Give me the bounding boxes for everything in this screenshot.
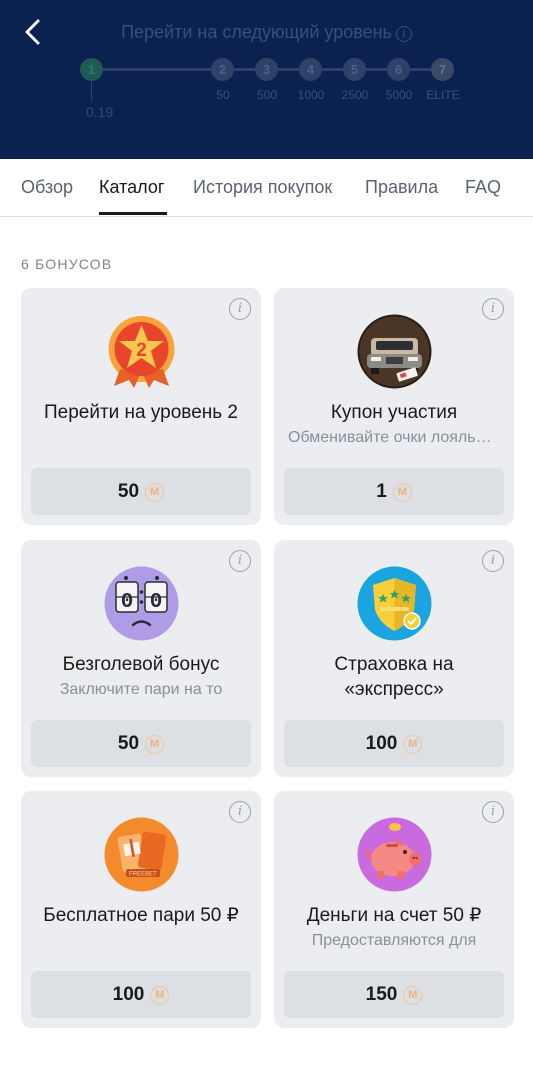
shield-icon <box>357 566 432 641</box>
coin-icon: M <box>403 986 423 1005</box>
bonus-card[interactable]: i Купон участия Обменивайте очки лояльно… <box>274 288 514 525</box>
info-icon[interactable]: i <box>229 298 251 320</box>
gift-ticket-icon: FREEBET <box>104 817 179 892</box>
svg-text:0: 0 <box>121 591 134 614</box>
bonus-card[interactable]: i 2 Перейти на уровень 2 50 M <box>21 288 261 525</box>
bonus-card[interactable]: i FREEBET Бесплатное пари 50 ₽ 100 M <box>21 791 261 1028</box>
tab-bar: Обзор Каталог История покупок Правила FA… <box>0 159 533 217</box>
scoreboard-icon: 0 0 <box>104 566 179 641</box>
level-header: Перейти на следующий уровень i 1 2 3 4 5 … <box>0 0 533 159</box>
bonus-count: 6 БОНУСОВ <box>21 256 113 272</box>
price-button[interactable]: 100 M <box>284 720 504 767</box>
active-tab-indicator <box>99 212 167 215</box>
card-subtitle: Заключите пари на то <box>59 681 223 698</box>
info-icon[interactable]: i <box>482 298 504 320</box>
tab-purchase-history[interactable]: История покупок <box>193 177 332 198</box>
price-button[interactable]: 1M <box>284 468 504 515</box>
level-2-badge-icon: 2 <box>104 314 179 389</box>
info-icon[interactable]: i <box>229 801 251 823</box>
level-step: 3 <box>255 58 278 81</box>
level-threshold: 1000 <box>297 88 325 102</box>
tab-faq[interactable]: FAQ <box>465 177 501 198</box>
price-button[interactable]: 100 M <box>31 971 251 1018</box>
svg-text:2: 2 <box>136 340 147 361</box>
next-level-title: Перейти на следующий уровень i <box>0 22 533 43</box>
info-icon[interactable]: i <box>395 26 412 42</box>
coin-icon: M <box>150 986 170 1005</box>
bonus-card[interactable]: i Деньги на счет 50 ₽ Предоставляются дл… <box>274 791 514 1028</box>
svg-text:FREEBET: FREEBET <box>129 872 157 878</box>
svg-text:0: 0 <box>150 591 163 614</box>
level-step: 2 <box>211 58 234 81</box>
level-threshold: ELITE <box>426 88 460 102</box>
level-threshold: 5000 <box>385 88 413 102</box>
tab-overview[interactable]: Обзор <box>21 177 73 198</box>
card-title: Перейти на уровень 2 <box>43 402 238 423</box>
level-step: 7 <box>431 58 454 81</box>
piggy-bank-icon <box>357 817 432 892</box>
tab-catalog[interactable]: Каталог <box>99 177 164 198</box>
level-step: 1 <box>80 58 103 81</box>
card-title: Деньги на счет 50 ₽ <box>306 905 482 926</box>
card-subtitle: Обменивайте очки лояльности <box>288 429 500 446</box>
level-threshold: 50 <box>216 88 230 102</box>
info-icon[interactable]: i <box>482 801 504 823</box>
level-step: 6 <box>387 58 410 81</box>
coin-icon: M <box>392 483 412 502</box>
coin-icon: M <box>145 735 165 754</box>
card-title: Безголевой бонус <box>62 654 220 675</box>
info-icon[interactable]: i <box>229 550 251 572</box>
bonus-card[interactable]: i Страховка на «экспресс» 100 M <box>274 540 514 777</box>
coin-icon: M <box>403 735 423 754</box>
price-button[interactable]: 50 M <box>31 468 251 515</box>
price-button[interactable]: 150 M <box>284 971 504 1018</box>
level-threshold: 500 <box>256 88 278 102</box>
card-title: Бесплатное пари 50 ₽ <box>43 905 239 926</box>
card-subtitle: Предоставляются для <box>311 932 477 949</box>
card-title: Купон участия <box>330 402 458 423</box>
info-icon[interactable]: i <box>482 550 504 572</box>
level-threshold: 2500 <box>341 88 369 102</box>
level-step: 5 <box>343 58 366 81</box>
car-coupon-icon <box>357 314 432 389</box>
progress-marker <box>91 81 92 101</box>
price-button[interactable]: 50 M <box>31 720 251 767</box>
tab-rules[interactable]: Правила <box>365 177 438 198</box>
progress-value: 0.19 <box>86 104 114 120</box>
bonus-card[interactable]: i 0 0 Безголевой бонус Заключите пари на… <box>21 540 261 777</box>
coin-icon: M <box>145 483 165 502</box>
level-step: 4 <box>299 58 322 81</box>
card-title: Страховка на «экспресс» <box>334 654 454 700</box>
